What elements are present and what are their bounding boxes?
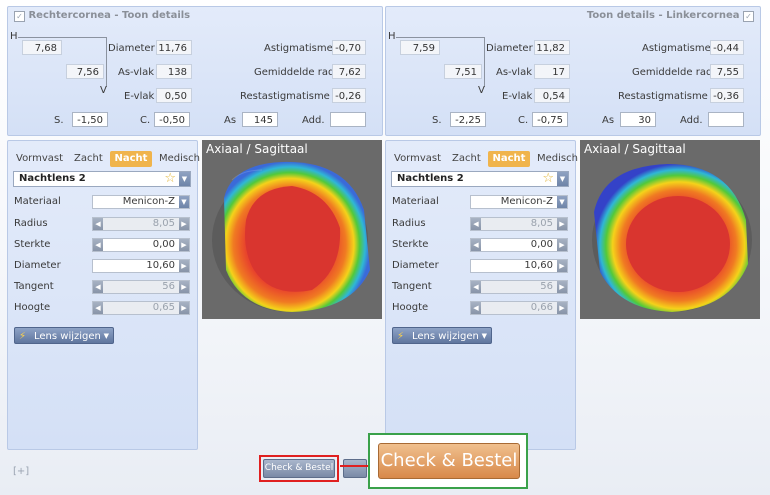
arrow-left-icon[interactable]: ◀ [93, 239, 103, 251]
lightning-icon: ⚡ [397, 331, 405, 342]
right-topography-map: Axiaal / Sagittaal [202, 140, 382, 319]
arrow-left-icon: ◀ [471, 302, 481, 314]
left-cornea-title: Linkercornea [666, 10, 740, 21]
left-add-input[interactable] [708, 112, 744, 127]
left-s-input[interactable]: -2,25 [450, 112, 486, 127]
arrow-left-icon: ◀ [471, 281, 481, 293]
left-astigmatisme: -0,44 [710, 40, 744, 55]
left-lens-wijzigen-button[interactable]: ⚡ Lens wijzigen ▼ [392, 327, 492, 344]
expand-toggle[interactable]: [+] [13, 466, 29, 477]
left-sterkte-stepper[interactable]: ◀ 0,00 ▶ [470, 238, 568, 252]
right-materiaal-select[interactable]: Menicon-Z ▼ [92, 195, 190, 209]
tab-nacht[interactable]: Nacht [110, 151, 152, 167]
right-restastigmatisme: -0,26 [332, 88, 366, 103]
arrow-left-icon: ◀ [93, 281, 103, 293]
chevron-down-icon[interactable]: ▼ [179, 196, 189, 208]
arrow-right-icon[interactable]: ▶ [557, 239, 567, 251]
right-h-value: 7,68 [22, 40, 62, 55]
arrow-right-icon: ▶ [179, 302, 189, 314]
right-cornea-panel: ✓ Rechtercornea - Toon details H 7,68 7,… [7, 6, 383, 136]
arrow-right-icon[interactable]: ▶ [179, 239, 189, 251]
tab-vormvast[interactable]: Vormvast [16, 151, 63, 167]
arrow-right-icon[interactable]: ▶ [557, 260, 567, 272]
tab-nacht[interactable]: Nacht [488, 151, 530, 167]
left-asvlak: 17 [534, 64, 570, 79]
left-c-input[interactable]: -0,75 [532, 112, 568, 127]
right-astigmatisme: -0,70 [332, 40, 366, 55]
left-gemiddelde-rad: 7,55 [710, 64, 744, 79]
left-topography-image [580, 140, 760, 319]
left-h-value: 7,59 [400, 40, 440, 55]
right-toon-details-link[interactable]: Toon details [122, 10, 190, 21]
right-v-value: 7,56 [66, 64, 104, 79]
right-cornea-checkbox[interactable]: ✓ [14, 11, 25, 22]
left-diameter: 11,82 [534, 40, 570, 55]
right-sterkte-stepper[interactable]: ◀ 0,00 ▶ [92, 238, 190, 252]
right-cornea-title: Rechtercornea [28, 10, 111, 21]
right-diameter: 11,76 [156, 40, 192, 55]
right-map-title: Axiaal / Sagittaal [206, 142, 308, 156]
arrow-right-icon: ▶ [557, 302, 567, 314]
left-materiaal-select[interactable]: Menicon-Z ▼ [470, 195, 568, 209]
right-lens-wijzigen-button[interactable]: ⚡ Lens wijzigen ▼ [14, 327, 114, 344]
right-gemiddelde-rad: 7,62 [332, 64, 366, 79]
arrow-right-icon: ▶ [557, 281, 567, 293]
left-toon-details-link[interactable]: Toon details [587, 10, 655, 21]
chevron-down-icon: ▼ [103, 332, 109, 340]
chevron-down-icon: ▼ [481, 332, 487, 340]
tab-zacht[interactable]: Zacht [74, 151, 103, 167]
arrow-left-icon: ◀ [93, 302, 103, 314]
right-lens-select[interactable]: Nachtlens 2 ☆ ▼ [13, 171, 191, 187]
arrow-left-icon: ◀ [93, 218, 103, 230]
arrow-right-icon: ▶ [179, 218, 189, 230]
right-evlak: 0,50 [156, 88, 192, 103]
left-radius-stepper: ◀ 8,05 ▶ [470, 217, 568, 231]
right-lens-panel: Vormvast Zacht Nacht Medisch Nachtlens 2… [7, 140, 200, 450]
right-tangent-stepper: ◀ 56 ▶ [92, 280, 190, 294]
left-restastigmatisme: -0,36 [710, 88, 744, 103]
favorite-star-icon[interactable]: ☆ [164, 171, 176, 186]
arrow-left-icon: ◀ [471, 218, 481, 230]
chevron-down-icon[interactable]: ▼ [557, 172, 568, 186]
left-tangent-stepper: ◀ 56 ▶ [470, 280, 568, 294]
chevron-down-icon[interactable]: ▼ [557, 196, 567, 208]
right-radius-stepper: ◀ 8,05 ▶ [92, 217, 190, 231]
tab-medisch[interactable]: Medisch [537, 151, 578, 167]
arrow-right-icon[interactable]: ▶ [179, 260, 189, 272]
left-lens-select[interactable]: Nachtlens 2 ☆ ▼ [391, 171, 569, 187]
lightning-icon: ⚡ [19, 331, 27, 342]
left-lens-panel: Vormvast Zacht Nacht Medisch Nachtlens 2… [385, 140, 578, 450]
right-topography-image [202, 140, 382, 319]
left-cornea-checkbox[interactable]: ✓ [743, 11, 754, 22]
left-diameter-stepper[interactable]: 10,60 ▶ [470, 259, 568, 273]
favorite-star-icon[interactable]: ☆ [542, 171, 554, 186]
arrow-right-icon: ▶ [179, 281, 189, 293]
arrow-right-icon: ▶ [557, 218, 567, 230]
left-map-title: Axiaal / Sagittaal [584, 142, 686, 156]
check-bestel-button[interactable]: Check & Bestel [263, 459, 335, 478]
left-hoogte-stepper: ◀ 0,66 ▶ [470, 301, 568, 315]
right-hoogte-stepper: ◀ 0,65 ▶ [92, 301, 190, 315]
left-cornea-panel: Toon details - Linkercornea ✓ H 7,59 7,5… [385, 6, 761, 136]
right-s-input[interactable]: -1,50 [72, 112, 108, 127]
left-as-input[interactable]: 30 [620, 112, 656, 127]
left-v-value: 7,51 [444, 64, 482, 79]
right-add-input[interactable] [330, 112, 366, 127]
right-diameter-stepper[interactable]: 10,60 ▶ [92, 259, 190, 273]
right-asvlak: 138 [156, 64, 192, 79]
right-as-input[interactable]: 145 [242, 112, 278, 127]
tab-zacht[interactable]: Zacht [452, 151, 481, 167]
left-evlak: 0,54 [534, 88, 570, 103]
arrow-left-icon[interactable]: ◀ [471, 239, 481, 251]
tab-medisch[interactable]: Medisch [159, 151, 200, 167]
right-c-input[interactable]: -0,50 [154, 112, 190, 127]
check-bestel-button-zoomed[interactable]: Check & Bestel [378, 443, 520, 479]
left-topography-map: Axiaal / Sagittaal [580, 140, 760, 319]
chevron-down-icon[interactable]: ▼ [179, 172, 190, 186]
tab-vormvast[interactable]: Vormvast [394, 151, 441, 167]
